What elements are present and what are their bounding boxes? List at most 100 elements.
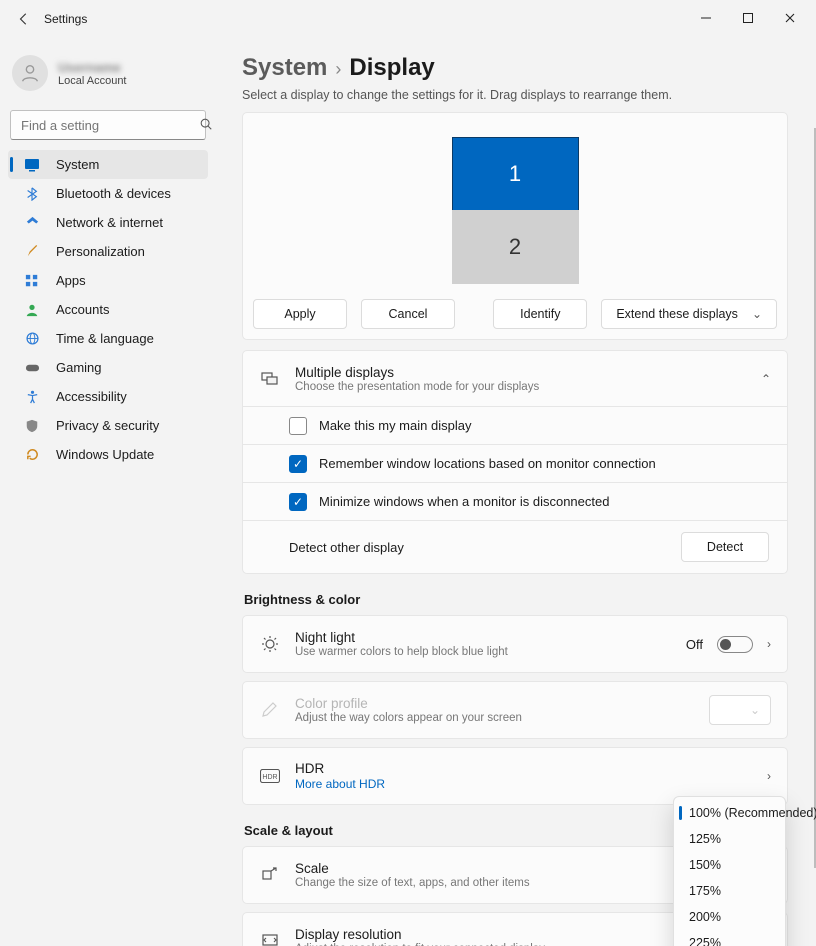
row-title: Color profile: [295, 696, 522, 711]
checkbox-minimize-disconnected[interactable]: ✓: [289, 493, 307, 511]
apply-button[interactable]: Apply: [253, 299, 347, 329]
chevron-right-icon: ›: [767, 769, 771, 783]
nav-label: Accounts: [56, 302, 109, 317]
chevron-up-icon: ⌃: [761, 372, 771, 386]
profile-account-type: Local Account: [58, 75, 127, 87]
display-mode-select[interactable]: Extend these displays ⌄: [601, 299, 777, 329]
nav-accounts[interactable]: Accounts: [8, 295, 208, 324]
row-desc: Choose the presentation mode for your di…: [295, 381, 539, 393]
gaming-icon: [22, 358, 42, 378]
identify-button[interactable]: Identify: [493, 299, 587, 329]
nav-label: Time & language: [56, 331, 154, 346]
nav-label: Personalization: [56, 244, 145, 259]
color-profile-row: Color profile Adjust the way colors appe…: [243, 682, 787, 738]
nav-label: Windows Update: [56, 447, 154, 462]
row-title: Scale: [295, 861, 530, 876]
multiple-displays-row[interactable]: Multiple displays Choose the presentatio…: [243, 351, 787, 407]
nav-system[interactable]: System: [8, 150, 208, 179]
checkbox-main-display[interactable]: [289, 417, 307, 435]
accessibility-icon: [22, 387, 42, 407]
scale-option-200[interactable]: 200%: [677, 904, 782, 930]
svg-text:HDR: HDR: [262, 774, 277, 781]
resolution-icon: [259, 930, 281, 946]
nav-time[interactable]: Time & language: [8, 324, 208, 353]
nav-label: Apps: [56, 273, 86, 288]
chevron-down-icon: ⌄: [752, 307, 762, 321]
profile-block[interactable]: Username Local Account: [12, 50, 208, 96]
chevron-right-icon: ›: [335, 59, 341, 80]
row-title: Night light: [295, 630, 508, 645]
update-icon: [22, 445, 42, 465]
breadcrumb-leaf: Display: [349, 54, 434, 82]
checkbox-remember-locations[interactable]: ✓: [289, 455, 307, 473]
cancel-button[interactable]: Cancel: [361, 299, 455, 329]
color-profile-select: ⌄: [709, 695, 771, 725]
scale-option-125[interactable]: 125%: [677, 826, 782, 852]
wifi-icon: [22, 213, 42, 233]
monitor-2[interactable]: 2: [452, 210, 579, 284]
row-desc: Use warmer colors to help block blue lig…: [295, 646, 508, 658]
back-button[interactable]: [8, 3, 40, 35]
nav-personalization[interactable]: Personalization: [8, 237, 208, 266]
display-arrangement-panel: 1 2 Apply Cancel Identify Extend these d…: [242, 112, 788, 340]
scale-option-225[interactable]: 225%: [677, 930, 782, 946]
bluetooth-icon: [22, 184, 42, 204]
shield-icon: [22, 416, 42, 436]
nav-label: Gaming: [56, 360, 102, 375]
breadcrumb: System › Display: [242, 54, 788, 82]
nav-gaming[interactable]: Gaming: [8, 353, 208, 382]
scale-option-150[interactable]: 150%: [677, 852, 782, 878]
maximize-button[interactable]: [736, 12, 760, 27]
hdr-link[interactable]: More about HDR: [295, 777, 385, 791]
make-main-display-row[interactable]: Make this my main display: [243, 407, 787, 445]
night-light-toggle[interactable]: [717, 636, 753, 653]
nav-label: System: [56, 157, 99, 172]
night-light-row[interactable]: Night light Use warmer colors to help bl…: [243, 616, 787, 672]
breadcrumb-root[interactable]: System: [242, 54, 327, 82]
scale-option-100[interactable]: 100% (Recommended): [677, 800, 782, 826]
option-label: Minimize windows when a monitor is disco…: [319, 494, 609, 509]
color-profile-icon: [259, 699, 281, 721]
hdr-icon: HDR: [259, 765, 281, 787]
section-brightness: Brightness & color: [244, 592, 788, 607]
avatar-icon: [12, 55, 48, 91]
close-button[interactable]: [778, 12, 802, 27]
night-light-state: Off: [686, 637, 703, 652]
displays-icon: [259, 368, 281, 390]
nav-apps[interactable]: Apps: [8, 266, 208, 295]
scale-icon: [259, 864, 281, 886]
nav-update[interactable]: Windows Update: [8, 440, 208, 469]
search-field[interactable]: [19, 117, 199, 134]
nav-privacy[interactable]: Privacy & security: [8, 411, 208, 440]
search-icon: [199, 117, 213, 134]
monitor-1[interactable]: 1: [452, 137, 579, 211]
row-title: Multiple displays: [295, 365, 539, 380]
nav-network[interactable]: Network & internet: [8, 208, 208, 237]
minimize-button[interactable]: [694, 12, 718, 27]
apps-icon: [22, 271, 42, 291]
nav-accessibility[interactable]: Accessibility: [8, 382, 208, 411]
detect-label: Detect other display: [289, 540, 404, 555]
display-instructions: Select a display to change the settings …: [242, 88, 788, 102]
nav-label: Bluetooth & devices: [56, 186, 171, 201]
app-title: Settings: [44, 12, 87, 26]
remember-locations-row[interactable]: ✓ Remember window locations based on mon…: [243, 445, 787, 483]
option-label: Remember window locations based on monit…: [319, 456, 656, 471]
search-input[interactable]: [10, 110, 206, 140]
minimize-disconnected-row[interactable]: ✓ Minimize windows when a monitor is dis…: [243, 483, 787, 521]
row-title: Display resolution: [295, 927, 545, 942]
option-label: Make this my main display: [319, 418, 471, 433]
display-mode-label: Extend these displays: [616, 307, 738, 321]
person-icon: [22, 300, 42, 320]
scale-dropdown[interactable]: 100% (Recommended) 125% 150% 175% 200% 2…: [673, 796, 786, 946]
scale-option-175[interactable]: 175%: [677, 878, 782, 904]
brush-icon: [22, 242, 42, 262]
profile-name: Username: [58, 60, 127, 75]
detect-button[interactable]: Detect: [681, 532, 769, 562]
system-icon: [22, 155, 42, 175]
row-desc: Change the size of text, apps, and other…: [295, 877, 530, 889]
nav-bluetooth[interactable]: Bluetooth & devices: [8, 179, 208, 208]
nav-label: Network & internet: [56, 215, 163, 230]
row-desc: Adjust the way colors appear on your scr…: [295, 712, 522, 724]
nav-label: Privacy & security: [56, 418, 159, 433]
